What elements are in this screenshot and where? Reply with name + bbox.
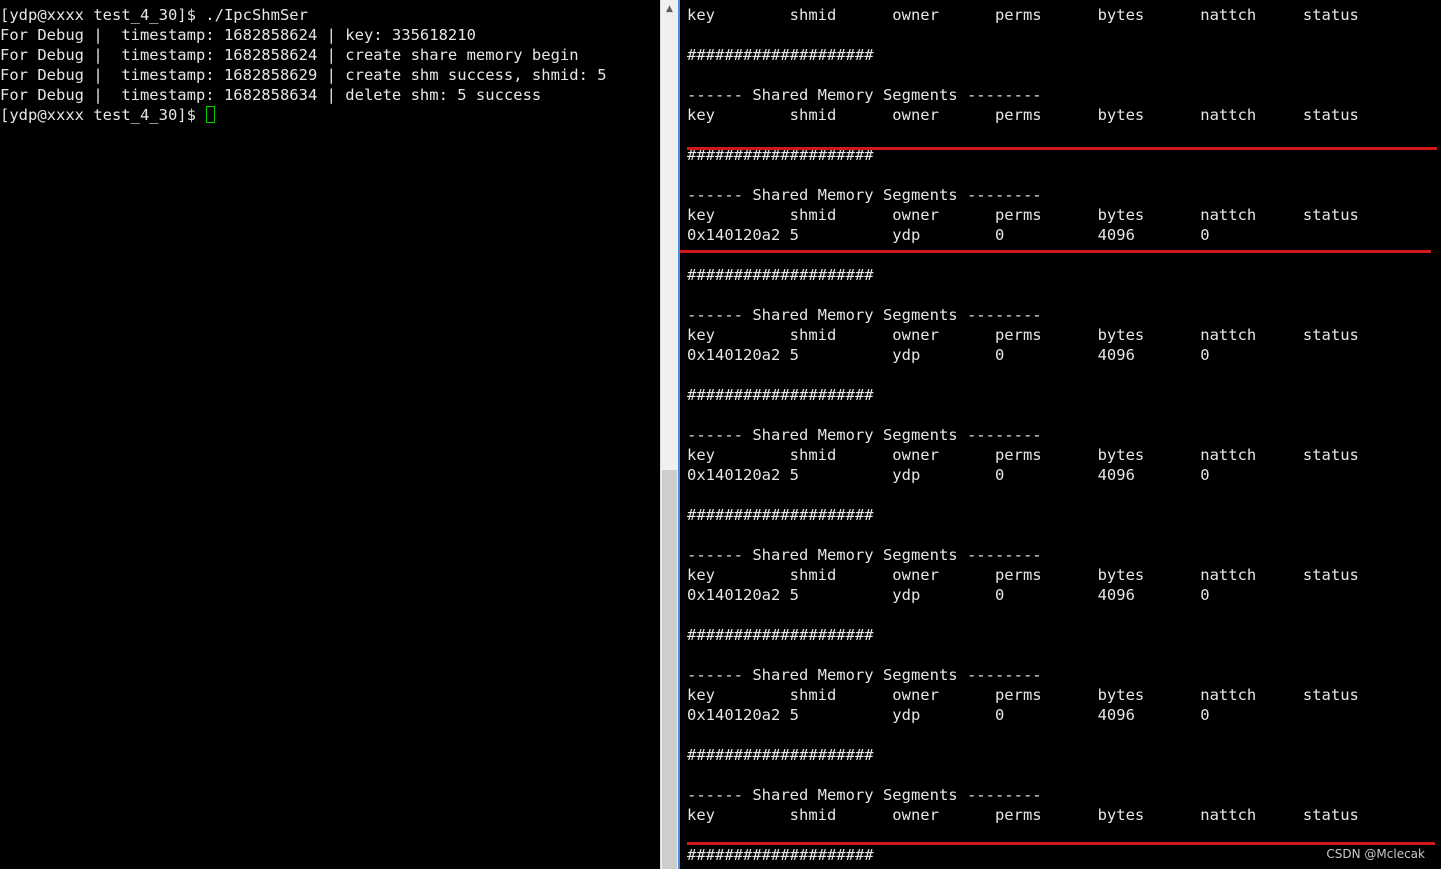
red-annotation-line [687, 147, 1437, 150]
terminal-line: [ydp@xxxx test_4_30]$ ./IpcShmSer [0, 6, 308, 24]
terminal-prompt: [ydp@xxxx test_4_30]$ [0, 106, 206, 124]
terminal-line: 0x140120a2 5 ydp 0 4096 0 [687, 706, 1210, 724]
terminal-line: key shmid owner perms bytes nattch statu… [687, 206, 1359, 224]
terminal-line: #################### [687, 46, 874, 64]
terminal-line: key shmid owner perms bytes nattch statu… [687, 106, 1359, 124]
right-terminal[interactable]: key shmid owner perms bytes nattch statu… [680, 0, 1441, 869]
vertical-scrollbar[interactable]: ▲ [660, 0, 678, 869]
terminal-line: key shmid owner perms bytes nattch statu… [687, 566, 1359, 584]
terminal-line: For Debug | timestamp: 1682858634 | dele… [0, 86, 542, 104]
terminal-line: For Debug | timestamp: 1682858629 | crea… [0, 66, 607, 84]
red-annotation-line [680, 250, 1431, 253]
terminal-line: 0x140120a2 5 ydp 0 4096 0 [687, 346, 1210, 364]
terminal-prompt-line[interactable]: [ydp@xxxx test_4_30]$ [0, 105, 216, 125]
terminal-line: #################### [687, 746, 874, 764]
terminal-line: key shmid owner perms bytes nattch statu… [687, 6, 1359, 24]
left-terminal[interactable]: [ydp@xxxx test_4_30]$ ./IpcShmSer For De… [0, 0, 660, 869]
terminal-line: #################### [687, 506, 874, 524]
terminal-line: For Debug | timestamp: 1682858624 | key:… [0, 26, 476, 44]
terminal-line: ------ Shared Memory Segments -------- [687, 306, 1042, 324]
terminal-line: 0x140120a2 5 ydp 0 4096 0 [687, 226, 1210, 244]
terminal-line: 0x140120a2 5 ydp 0 4096 0 [687, 586, 1210, 604]
terminal-line: key shmid owner perms bytes nattch statu… [687, 806, 1359, 824]
red-annotation-line [687, 842, 1435, 845]
terminal-line: key shmid owner perms bytes nattch statu… [687, 686, 1359, 704]
terminal-line: ------ Shared Memory Segments -------- [687, 546, 1042, 564]
terminal-line: 0x140120a2 5 ydp 0 4096 0 [687, 466, 1210, 484]
terminal-line: For Debug | timestamp: 1682858624 | crea… [0, 46, 579, 64]
terminal-line: #################### [687, 846, 874, 864]
terminal-line: #################### [687, 386, 874, 404]
terminal-line: #################### [687, 266, 874, 284]
terminal-line: ------ Shared Memory Segments -------- [687, 186, 1042, 204]
watermark: CSDN @Mclecak [1326, 847, 1425, 861]
scroll-up-arrow-icon[interactable]: ▲ [661, 0, 678, 18]
terminal-line: key shmid owner perms bytes nattch statu… [687, 446, 1359, 464]
terminal-line: key shmid owner perms bytes nattch statu… [687, 326, 1359, 344]
terminal-line: ------ Shared Memory Segments -------- [687, 426, 1042, 444]
terminal-line: ------ Shared Memory Segments -------- [687, 86, 1042, 104]
text-cursor [206, 106, 216, 123]
terminal-line: #################### [687, 626, 874, 644]
scrollbar-thumb[interactable] [662, 470, 677, 869]
terminal-line: ------ Shared Memory Segments -------- [687, 666, 1042, 684]
terminal-line: ------ Shared Memory Segments -------- [687, 786, 1042, 804]
